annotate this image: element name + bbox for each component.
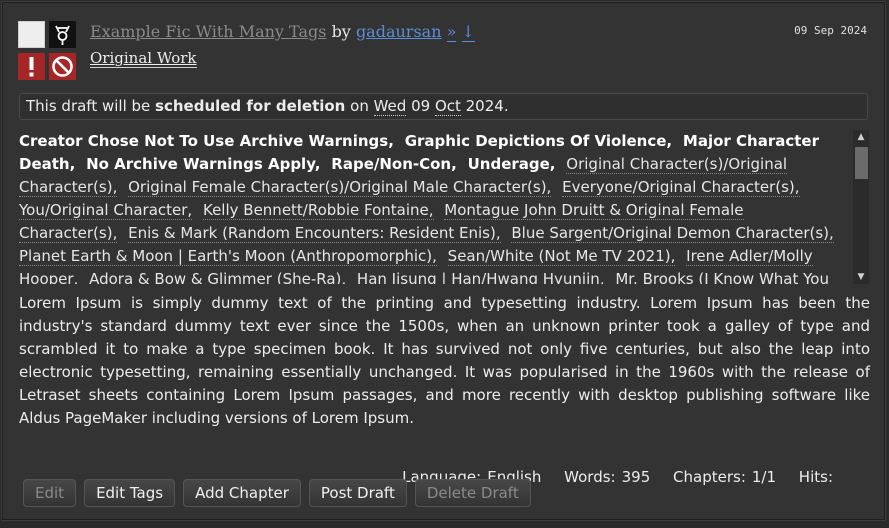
relationship-tag[interactable]: You/Original Character, — [19, 201, 193, 220]
relationship-tag[interactable]: Planet Earth & Moon | Earth's Moon (Anth… — [19, 247, 437, 266]
notice-day: 09 — [406, 97, 435, 115]
tags-content: Creator Chose Not To Use Archive Warning… — [19, 130, 851, 284]
deletion-notice: This draft will be scheduled for deletio… — [19, 93, 868, 120]
relationship-tag[interactable]: Kelly Bennett/Robbie Fontaine, — [202, 201, 434, 220]
words-label: Words: — [564, 468, 616, 486]
rating-icon[interactable] — [18, 21, 45, 48]
work-heading: Example Fic With Many Tags by gadaursan … — [90, 22, 475, 42]
edit-button[interactable]: Edit — [23, 479, 77, 507]
date-updated: 09 Sep 2024 — [794, 24, 867, 37]
work-blurb: Example Fic With Many Tags by gadaursan … — [1, 1, 886, 521]
notice-year: 2024. — [460, 97, 509, 115]
relationship-tag[interactable]: Everyone/Original Character(s), — [562, 178, 800, 197]
notice-prefix: This draft will be — [26, 97, 156, 115]
edit-tags-button[interactable]: Edit Tags — [84, 479, 176, 507]
notice-emphasis: scheduled for deletion — [155, 97, 346, 115]
required-tags — [18, 21, 78, 81]
tags-scrollbar[interactable]: ▲ ▼ — [853, 130, 869, 284]
warning-tag[interactable]: Underage, — [468, 155, 556, 173]
scroll-thumb[interactable] — [855, 147, 868, 179]
warning-tag[interactable]: No Archive Warnings Apply, — [86, 155, 320, 173]
tags-list[interactable]: Creator Chose Not To Use Archive Warning… — [19, 130, 869, 284]
relationship-tag[interactable]: Adora & Bow & Glimmer (She-Ra), — [89, 270, 347, 284]
chapters-label: Chapters: — [673, 468, 746, 486]
by-label: by — [331, 22, 351, 41]
summary-text: Lorem Ipsum is simply dummy text of the … — [19, 294, 870, 427]
fandom-link[interactable]: Original Work — [90, 49, 197, 68]
warning-tag[interactable]: Graphic Depictions Of Violence, — [405, 132, 672, 150]
warning-tag[interactable]: Rape/Non-Con, — [331, 155, 457, 173]
relationship-tag[interactable]: Blue Sargent/Original Demon Character(s)… — [511, 224, 834, 243]
notice-weekday: Wed — [373, 97, 407, 116]
delete-draft-button[interactable]: Delete Draft — [414, 479, 531, 507]
gift-arrow-link[interactable]: » — [446, 22, 457, 42]
post-draft-button[interactable]: Post Draft — [308, 479, 407, 507]
draft-actions: Edit Edit Tags Add Chapter Post Draft Delete… — [23, 479, 539, 507]
relationship-tag[interactable]: Han Jisung | Han/Hwang Hyunjin, — [356, 270, 605, 284]
notice-on: on — [345, 97, 374, 115]
no-symbol-icon[interactable] — [49, 53, 76, 80]
work-title-link[interactable]: Example Fic With Many Tags — [90, 22, 326, 41]
scroll-up-icon[interactable]: ▲ — [853, 130, 869, 144]
warning-tag[interactable]: Creator Chose Not To Use Archive Warning… — [19, 132, 394, 150]
down-arrow-link[interactable]: ↓ — [461, 22, 475, 42]
relationship-tag[interactable]: Sean/White (Not Me TV 2021), — [447, 247, 676, 266]
notice-month: Oct — [434, 97, 461, 116]
relationship-tag[interactable]: Enis & Mark (Random Encounters: Resident… — [128, 224, 501, 243]
category-icon[interactable] — [49, 21, 76, 48]
author-link[interactable]: gadaursan — [356, 22, 442, 41]
add-chapter-button[interactable]: Add Chapter — [183, 479, 301, 507]
relationship-tag[interactable]: Original Female Character(s)/Original Ma… — [128, 178, 552, 197]
scroll-down-icon[interactable]: ▼ — [853, 270, 869, 284]
chapters-value: 1/1 — [751, 468, 777, 486]
words-value: 395 — [621, 468, 651, 486]
hits-label: Hits: — [798, 468, 833, 486]
warning-exclamation-icon[interactable] — [18, 53, 45, 80]
